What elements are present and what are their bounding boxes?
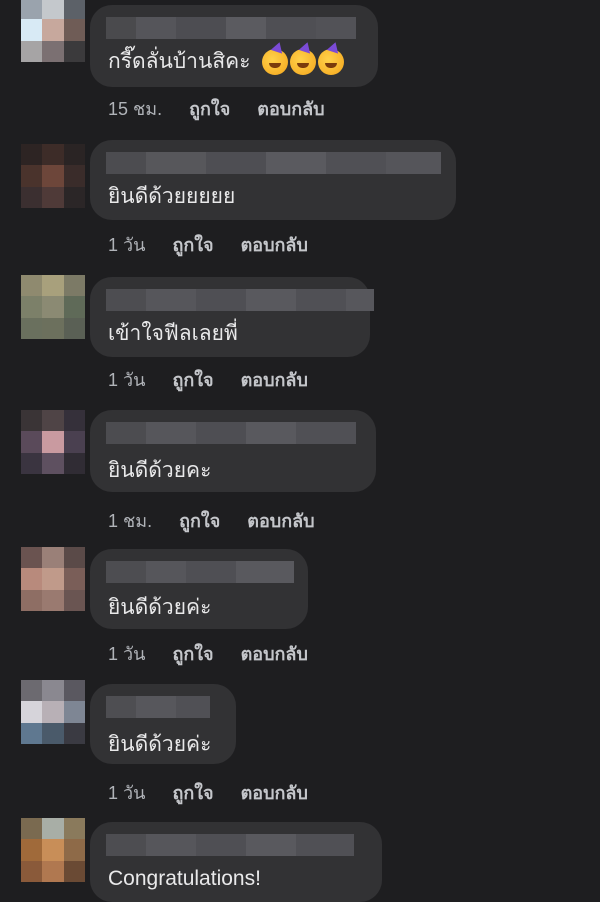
comment-bubble[interactable]: ยินดีด้วยค่ะ bbox=[90, 549, 308, 629]
comment-meta: 1 ชม. ถูกใจ ตอบกลับ bbox=[108, 506, 337, 535]
avatar[interactable] bbox=[21, 144, 85, 208]
emoji-group bbox=[262, 49, 345, 76]
comment-time: 1 ชม. bbox=[108, 511, 153, 531]
like-button[interactable]: ถูกใจ bbox=[179, 506, 220, 535]
partying-face-icon bbox=[318, 49, 345, 76]
comment-bubble[interactable]: Congratulations! bbox=[90, 822, 382, 902]
commenter-name-blurred[interactable] bbox=[106, 289, 374, 311]
commenter-name-blurred[interactable] bbox=[106, 17, 356, 39]
like-button[interactable]: ถูกใจ bbox=[172, 230, 213, 259]
reply-button[interactable]: ตอบกลับ bbox=[241, 230, 308, 259]
comment-text: ยินดีด้วยค่ะ bbox=[108, 596, 212, 619]
partying-face-icon bbox=[262, 49, 289, 76]
like-button[interactable]: ถูกใจ bbox=[172, 778, 213, 807]
like-button[interactable]: ถูกใจ bbox=[172, 365, 213, 394]
avatar[interactable] bbox=[21, 0, 85, 62]
comment-text: ยินดีด้วยคะ bbox=[108, 459, 212, 482]
comment-meta: 15 ชม. ถูกใจ ตอบกลับ bbox=[108, 94, 347, 123]
avatar[interactable] bbox=[21, 547, 85, 611]
like-button[interactable]: ถูกใจ bbox=[172, 639, 213, 668]
partying-face-icon bbox=[290, 49, 317, 76]
commenter-name-blurred[interactable] bbox=[106, 561, 294, 583]
comment-time: 1 วัน bbox=[108, 235, 146, 255]
reply-button[interactable]: ตอบกลับ bbox=[257, 94, 324, 123]
commenter-name-blurred[interactable] bbox=[106, 422, 356, 444]
comment-bubble[interactable]: ยินดีด้วยคะ bbox=[90, 410, 376, 492]
comment-bubble[interactable]: กรี๊ดลั่นบ้านสิคะ bbox=[90, 5, 378, 87]
reply-button[interactable]: ตอบกลับ bbox=[247, 506, 314, 535]
comment-time: 15 ชม. bbox=[108, 99, 163, 119]
reply-button[interactable]: ตอบกลับ bbox=[241, 365, 308, 394]
comment-meta: 1 วัน ถูกใจ ตอบกลับ bbox=[108, 365, 330, 394]
comment-meta: 1 วัน ถูกใจ ตอบกลับ bbox=[108, 230, 330, 259]
comment-time: 1 วัน bbox=[108, 644, 146, 664]
avatar[interactable] bbox=[21, 818, 85, 882]
comment-bubble[interactable]: เข้าใจฟีลเลยพี่ bbox=[90, 277, 374, 357]
comment-bubble[interactable]: ยินดีด้วยยยยย bbox=[90, 140, 456, 220]
comment-bubble[interactable]: ยินดีด้วยค่ะ bbox=[90, 684, 236, 764]
reply-button[interactable]: ตอบกลับ bbox=[241, 639, 308, 668]
comment-meta: 1 วัน ถูกใจ ตอบกลับ bbox=[108, 778, 330, 807]
comment-text: ยินดีด้วยค่ะ bbox=[108, 733, 212, 756]
comment-text: Congratulations! bbox=[108, 867, 261, 890]
commenter-name-blurred[interactable] bbox=[106, 696, 210, 718]
comment-text: ยินดีด้วยยยยย bbox=[108, 185, 236, 208]
like-button[interactable]: ถูกใจ bbox=[189, 94, 230, 123]
comment-text-content: กรี๊ดลั่นบ้านสิคะ bbox=[108, 50, 251, 73]
avatar[interactable] bbox=[21, 680, 85, 744]
comment-time: 1 วัน bbox=[108, 370, 146, 390]
comment-time: 1 วัน bbox=[108, 783, 146, 803]
reply-button[interactable]: ตอบกลับ bbox=[241, 778, 308, 807]
comment-meta: 1 วัน ถูกใจ ตอบกลับ bbox=[108, 639, 330, 668]
avatar[interactable] bbox=[21, 275, 85, 339]
comment-text: เข้าใจฟีลเลยพี่ bbox=[108, 322, 238, 345]
avatar[interactable] bbox=[21, 410, 85, 474]
comment-text: กรี๊ดลั่นบ้านสิคะ bbox=[108, 49, 345, 76]
commenter-name-blurred[interactable] bbox=[106, 834, 354, 856]
commenter-name-blurred[interactable] bbox=[106, 152, 441, 174]
